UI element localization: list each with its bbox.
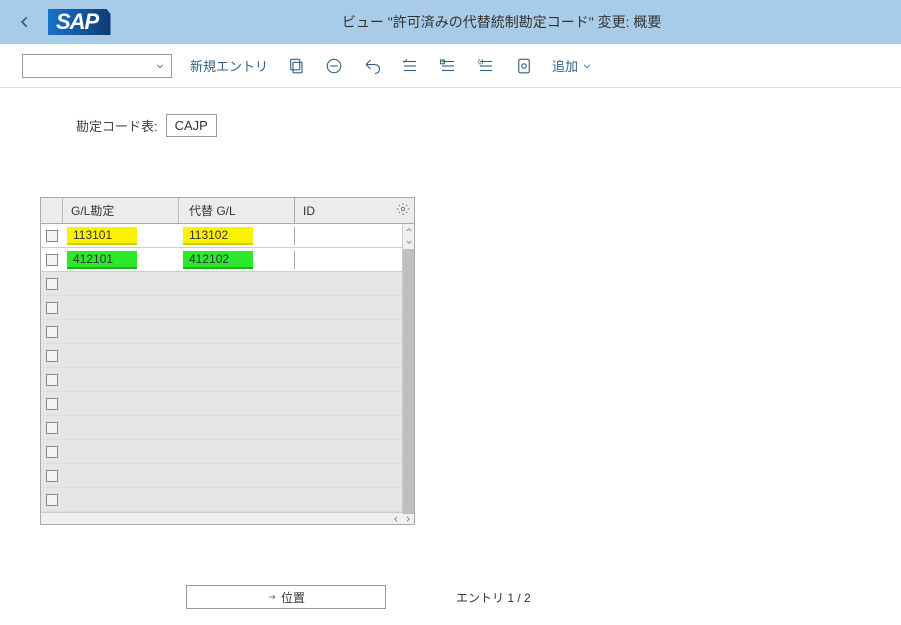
toolbar: 新規エントリ 追加 — [0, 44, 901, 88]
page-title: ビュー "許可済みの代替統制勘定コード" 変更: 概要 — [134, 12, 889, 32]
row-checkbox[interactable] — [46, 422, 58, 434]
add-menu-label: 追加 — [552, 56, 578, 75]
content-area: 勘定コード表: CAJP G/L勘定 代替 G/L ID 11310111310… — [0, 88, 901, 551]
row-checkbox[interactable] — [46, 470, 58, 482]
alt-gl-cell[interactable]: 412102 — [183, 251, 253, 269]
table-row[interactable] — [41, 296, 414, 320]
minus-circle-icon[interactable] — [324, 56, 344, 76]
vertical-scrollbar[interactable] — [402, 224, 414, 514]
table-row[interactable] — [41, 464, 414, 488]
row-checkbox[interactable] — [46, 398, 58, 410]
scroll-thumb[interactable] — [403, 249, 414, 514]
toolbar-dropdown[interactable] — [22, 54, 172, 78]
table-row[interactable]: 412101 412102 — [41, 248, 414, 272]
footer: 位置 エントリ 1 / 2 — [0, 585, 901, 609]
alt-gl-cell[interactable]: 113102 — [183, 227, 253, 245]
back-button[interactable] — [12, 9, 38, 35]
undo-icon[interactable] — [362, 56, 382, 76]
app-header: SAP ビュー "許可済みの代替統制勘定コード" 変更: 概要 — [0, 0, 901, 44]
row-checkbox[interactable] — [46, 374, 58, 386]
copy-icon[interactable] — [286, 56, 306, 76]
row-checkbox[interactable] — [46, 446, 58, 458]
table-header: G/L勘定 代替 G/L ID — [41, 198, 414, 224]
table-row[interactable] — [41, 272, 414, 296]
horizontal-scrollbar[interactable] — [41, 512, 414, 524]
table-row[interactable] — [41, 392, 414, 416]
col-alt-gl[interactable]: 代替 G/L — [179, 198, 295, 223]
add-menu[interactable]: 追加 — [552, 56, 592, 75]
account-code-field: 勘定コード表: CAJP — [76, 114, 861, 137]
table-row[interactable] — [41, 320, 414, 344]
table-settings-icon[interactable] — [396, 202, 412, 218]
table: G/L勘定 代替 G/L ID 113101 113102 412101 412102 — [40, 197, 415, 525]
col-gl-account[interactable]: G/L勘定 — [63, 198, 179, 223]
table-row[interactable] — [41, 416, 414, 440]
sap-logo: SAP — [48, 9, 126, 35]
scroll-left-icon[interactable] — [390, 513, 402, 524]
select-block-icon[interactable] — [438, 56, 458, 76]
select-all-header[interactable] — [41, 198, 63, 223]
config-icon[interactable] — [514, 56, 534, 76]
deselect-all-icon[interactable] — [476, 56, 496, 76]
row-checkbox[interactable] — [46, 254, 58, 266]
row-checkbox[interactable] — [46, 302, 58, 314]
scroll-right-icon[interactable] — [402, 513, 414, 524]
row-checkbox[interactable] — [46, 326, 58, 338]
table-row[interactable] — [41, 344, 414, 368]
gl-cell[interactable]: 412101 — [67, 251, 137, 269]
row-checkbox[interactable] — [46, 230, 58, 242]
gl-cell[interactable]: 113101 — [67, 227, 137, 245]
table-row[interactable] — [41, 440, 414, 464]
scroll-down-icon[interactable] — [403, 236, 414, 248]
table-row[interactable] — [41, 488, 414, 512]
table-row[interactable] — [41, 368, 414, 392]
account-code-label: 勘定コード表: — [76, 116, 158, 135]
table-row[interactable]: 113101 113102 — [41, 224, 414, 248]
row-checkbox[interactable] — [46, 278, 58, 290]
row-checkbox[interactable] — [46, 350, 58, 362]
row-checkbox[interactable] — [46, 494, 58, 506]
position-button[interactable]: 位置 — [186, 585, 386, 609]
position-button-label: 位置 — [281, 589, 305, 606]
scroll-up-icon[interactable] — [403, 224, 414, 236]
new-entry-button[interactable]: 新規エントリ — [190, 56, 268, 75]
account-code-value[interactable]: CAJP — [166, 114, 217, 137]
entry-count-label: エントリ 1 / 2 — [456, 589, 531, 606]
select-all-icon[interactable] — [400, 56, 420, 76]
table-body: 113101 113102 412101 412102 — [41, 224, 414, 512]
